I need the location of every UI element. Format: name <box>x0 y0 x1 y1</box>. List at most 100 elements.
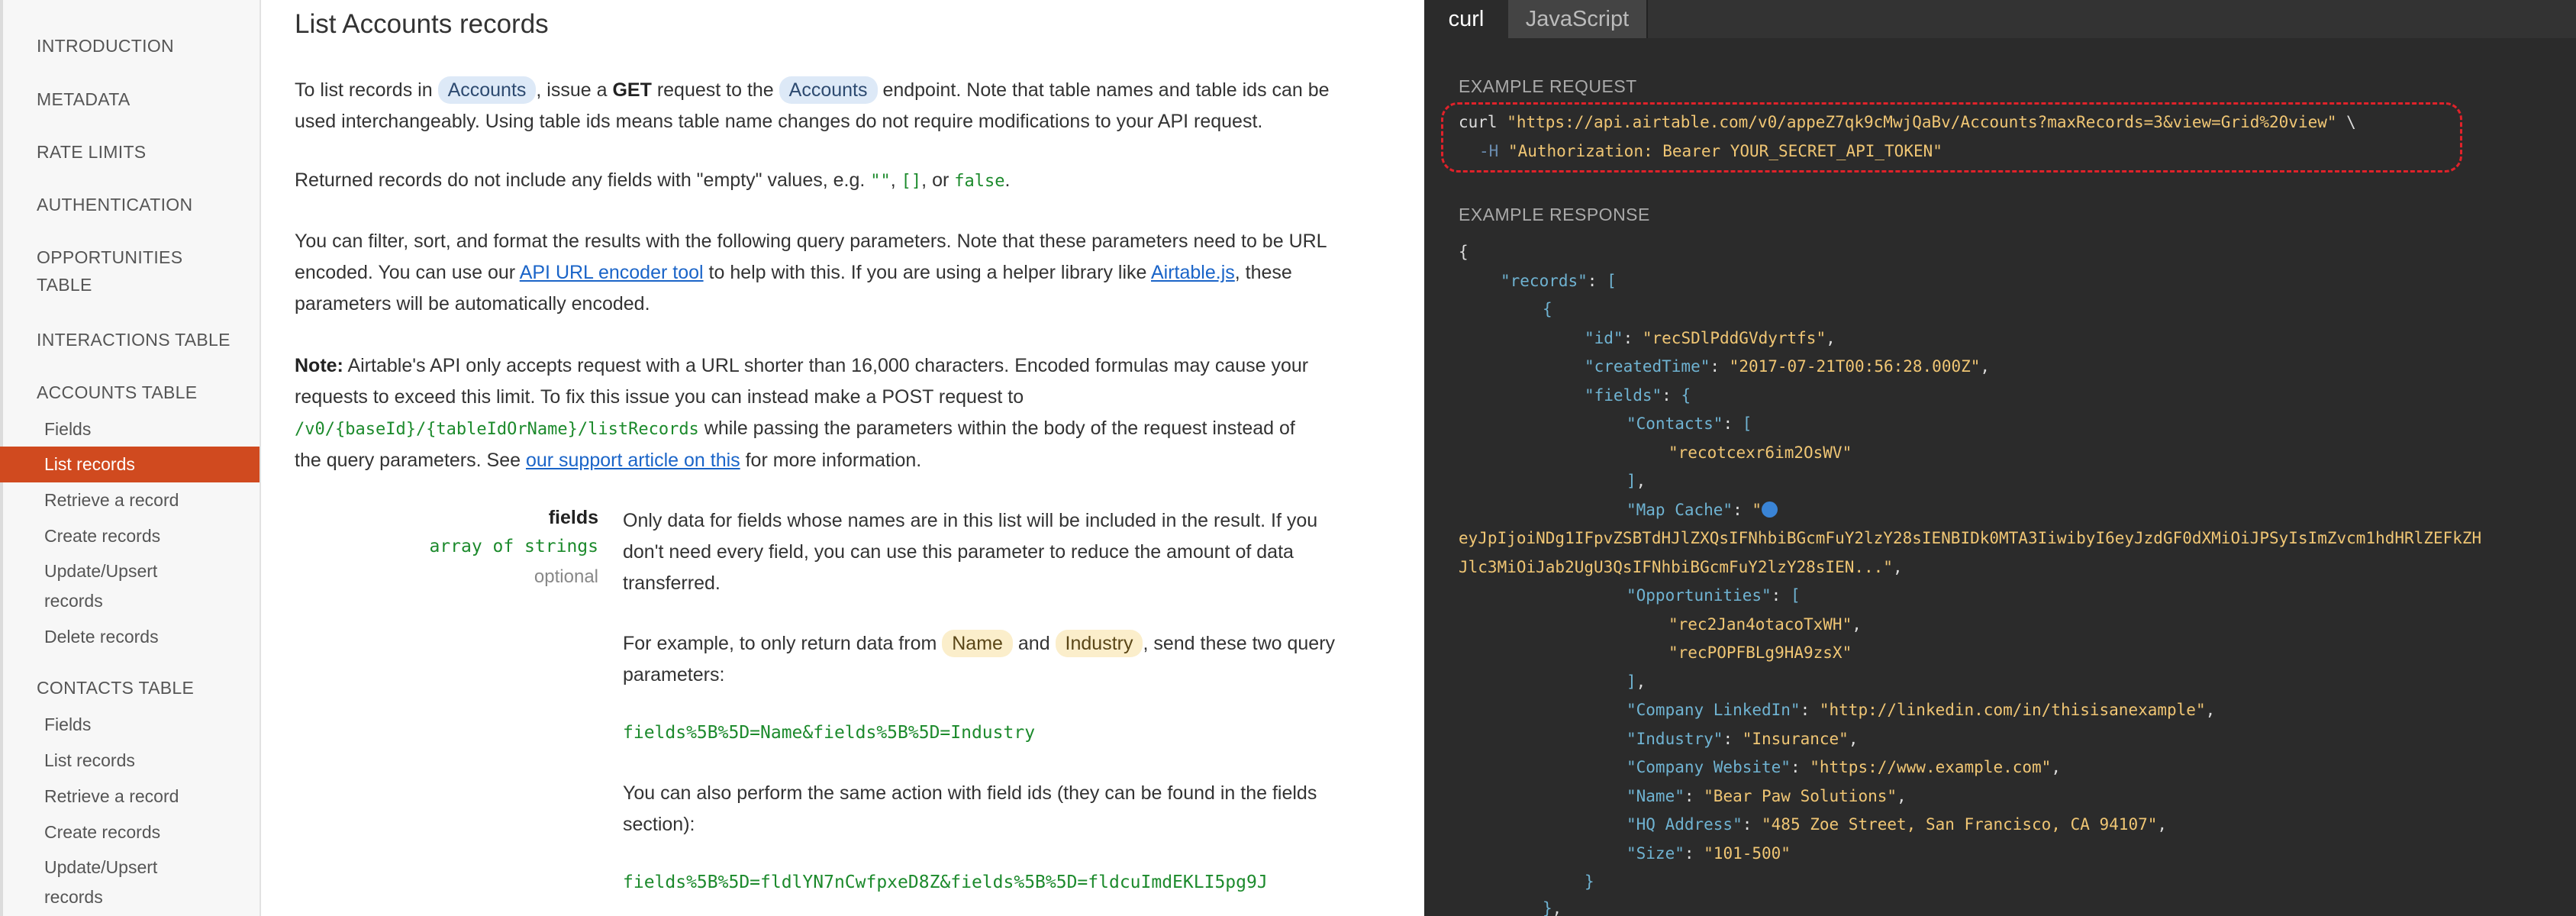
nav-authentication[interactable]: AUTHENTICATION <box>37 192 192 218</box>
param-example-names: For example, to only return data from Na… <box>623 628 1386 691</box>
json-hq-line: "HQ Address": "485 Zoe Street, San Franc… <box>1627 815 2168 834</box>
field-pill-name: Name <box>942 630 1013 657</box>
text: . <box>1004 169 1011 191</box>
text: to help with this. If you are using a he… <box>703 262 1151 283</box>
code-fields-by-id: fields%5B%5D=fldlYN7nCwfpxeD8Z&fields%5B… <box>623 872 1268 892</box>
map-pin-icon <box>1762 502 1778 518</box>
page-title: List Accounts records <box>295 9 549 39</box>
text: requests to exceed this limit. To fix th… <box>295 386 1024 408</box>
auth-header: "Authorization: Bearer YOUR_SECRET_API_T… <box>1507 142 1942 160</box>
nav-accounts-fields[interactable]: Fields <box>44 417 91 441</box>
param-example-ids: You can also perform the same action wit… <box>623 778 1386 840</box>
json-fields-close: } <box>1585 872 1594 891</box>
text: Airtable's API only accepts request with… <box>343 355 1309 376</box>
nav-contacts-fields[interactable]: Fields <box>44 712 91 737</box>
json-value: "2017-07-21T00:56:28.000Z" <box>1729 357 1981 376</box>
text: , or <box>921 169 955 191</box>
nav-accounts-update-upsert-line2[interactable]: records <box>44 589 103 613</box>
json-value: "http://linkedin.com/in/thisisanexample" <box>1819 701 2206 719</box>
json-value: "485 Zoe Street, San Francisco, CA 94107… <box>1762 815 2158 834</box>
text: You can filter, sort, and format the res… <box>295 231 1327 252</box>
nav-introduction[interactable]: INTRODUCTION <box>37 33 174 59</box>
support-article-link[interactable]: our support article on this <box>526 450 740 471</box>
nav-contacts-retrieve-record[interactable]: Retrieve a record <box>44 784 179 808</box>
nav-accounts-list-records[interactable]: List records <box>0 447 260 482</box>
json-opps-line: "Opportunities": [ <box>1627 586 1801 605</box>
method-get: GET <box>612 79 652 101</box>
text: Returned records do not include any fiel… <box>295 169 871 191</box>
text: , send these two query <box>1143 633 1336 654</box>
language-tabs: curl JavaScript <box>1424 0 2576 38</box>
param-name-fields: fields <box>548 507 598 528</box>
json-value: "101-500" <box>1704 844 1791 863</box>
text: Only data for fields whose names are in … <box>623 510 1318 531</box>
text: endpoint. Note that table names and tabl… <box>877 79 1330 101</box>
nav-accounts-update-upsert[interactable]: Update/Upsert <box>44 559 157 583</box>
nav-contacts-create-records[interactable]: Create records <box>44 820 160 844</box>
text: , issue a <box>536 79 613 101</box>
text: , these <box>1234 262 1292 283</box>
param-type: array of strings <box>429 537 598 556</box>
airtable-js-link[interactable]: Airtable.js <box>1151 262 1235 283</box>
json-value: " <box>1752 501 1762 519</box>
json-key: "fields" <box>1585 386 1662 405</box>
nav-accounts-retrieve-record[interactable]: Retrieve a record <box>44 488 179 512</box>
json-key: "Company Website" <box>1627 758 1791 776</box>
text: section): <box>623 814 695 835</box>
json-key: "Industry" <box>1627 730 1723 748</box>
json-records-line: "records": [ <box>1501 272 1617 290</box>
json-value: Jlc3MiOiJab2UgU3QsIFNhbiBGcmFuY2lzY28sIE… <box>1459 558 1893 576</box>
text: request to the <box>651 79 779 101</box>
json-value: "Bear Paw Solutions" <box>1704 787 1897 805</box>
main-content: List Accounts records To list records in… <box>261 0 1424 916</box>
nav-accounts-table[interactable]: ACCOUNTS TABLE <box>37 379 197 405</box>
json-key: "Map Cache" <box>1627 501 1733 519</box>
json-mapcache-value-2: Jlc3MiOiJab2UgU3QsIFNhbiBGcmFuY2lzY28sIE… <box>1459 558 1903 576</box>
json-industry-line: "Industry": "Insurance", <box>1627 730 1859 748</box>
json-linkedin-line: "Company LinkedIn": "http://linkedin.com… <box>1627 701 2216 719</box>
json-key: "Name" <box>1627 787 1685 805</box>
nav-accounts-create-records[interactable]: Create records <box>44 524 160 548</box>
request-line-2: -H "Authorization: Bearer YOUR_SECRET_AP… <box>1479 142 1942 160</box>
sidebar: INTRODUCTION METADATA RATE LIMITS AUTHEN… <box>0 0 261 916</box>
nav-contacts-table[interactable]: CONTACTS TABLE <box>37 675 194 701</box>
json-record-open: { <box>1543 300 1552 318</box>
nav-metadata[interactable]: METADATA <box>37 86 131 112</box>
text: don't need every field, you can use this… <box>623 541 1294 563</box>
json-opps-value-1: "rec2Jan4otacoTxWH", <box>1668 615 1862 634</box>
text: transferred. <box>623 572 721 594</box>
nav-contacts-update-upsert-line2[interactable]: records <box>44 885 103 909</box>
json-key: "Contacts" <box>1627 414 1723 433</box>
request-url: "https://api.airtable.com/v0/appeZ7qk9cM… <box>1507 113 2337 131</box>
text: parameters will be automatically encoded… <box>295 293 650 314</box>
nav-contacts-list-records[interactable]: List records <box>44 748 135 772</box>
text: encoded. You can use our <box>295 262 520 283</box>
text: To list records in <box>295 79 438 101</box>
tab-javascript[interactable]: JavaScript <box>1508 0 1648 38</box>
json-contacts-line: "Contacts": [ <box>1627 414 1752 433</box>
para-note: Note: Airtable's API only accepts reques… <box>295 350 1386 476</box>
nav-opportunities-table[interactable]: OPPORTUNITIES <box>37 244 182 270</box>
json-id-line: "id": "recSDlPddGVdyrtfs", <box>1585 329 1836 347</box>
text: while passing the parameters within the … <box>698 418 1295 439</box>
tab-curl[interactable]: curl <box>1424 0 1508 38</box>
json-mapcache-line: "Map Cache": " <box>1627 501 1778 519</box>
json-key: "records" <box>1501 272 1588 290</box>
nav-interactions-table[interactable]: INTERACTIONS TABLE <box>37 327 231 353</box>
text: used interchangeably. Using table ids me… <box>295 111 1263 132</box>
para-empty-values: Returned records do not include any fiel… <box>295 165 1386 197</box>
nav-accounts-delete-records[interactable]: Delete records <box>44 624 159 649</box>
example-request-label: EXAMPLE REQUEST <box>1459 76 1637 96</box>
json-contacts-close: ], <box>1627 472 1646 490</box>
nav-opportunities-table-line2[interactable]: TABLE <box>37 272 92 298</box>
nav-rate-limits[interactable]: RATE LIMITS <box>37 139 146 165</box>
json-key: "createdTime" <box>1585 357 1710 376</box>
json-record-close: }, <box>1543 899 1562 916</box>
code-false: false <box>954 172 1005 191</box>
api-url-encoder-link[interactable]: API URL encoder tool <box>520 262 704 283</box>
json-key: "Opportunities" <box>1627 586 1772 605</box>
nav-contacts-update-upsert[interactable]: Update/Upsert <box>44 855 157 879</box>
text: the query parameters. See <box>295 450 526 471</box>
json-key: "Company LinkedIn" <box>1627 701 1801 719</box>
text: , <box>890 169 901 191</box>
